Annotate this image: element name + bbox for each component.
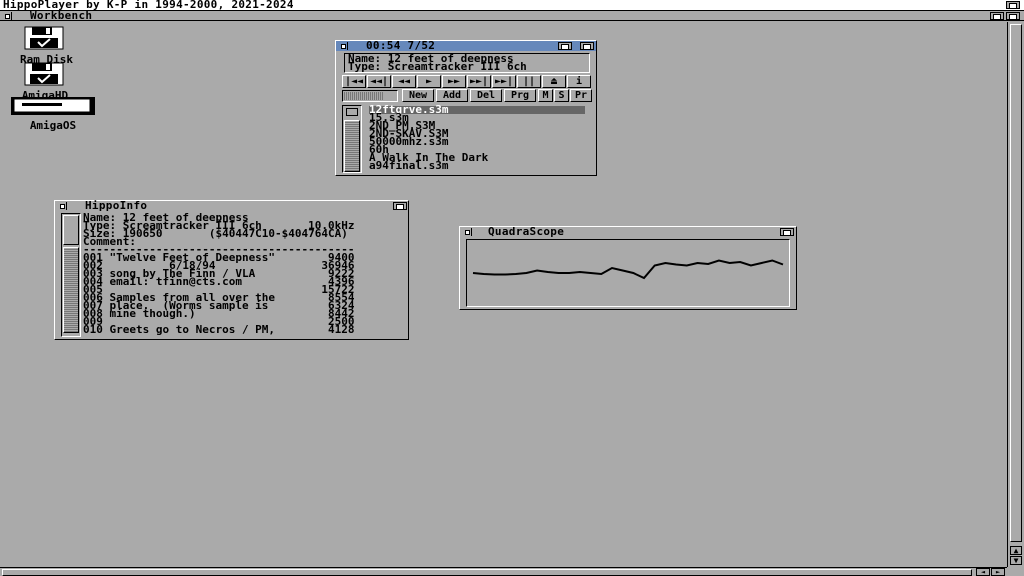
scope-window[interactable]: QuadraScope bbox=[459, 225, 797, 310]
depth-icon[interactable] bbox=[1006, 12, 1020, 20]
mode-button[interactable]: M bbox=[538, 89, 553, 102]
list-icon[interactable] bbox=[346, 108, 358, 116]
screen-depth-icon[interactable] bbox=[1006, 1, 1020, 9]
scroll-knob[interactable] bbox=[1010, 24, 1022, 542]
zoom-icon[interactable] bbox=[558, 42, 572, 50]
workbench-scrollbar[interactable]: ▲ ▼ bbox=[1007, 22, 1023, 567]
playlist[interactable]: 12ftgrve.s3m 15.s3m 2ND_PM.S3M 2ND-SKAV.… bbox=[366, 105, 588, 173]
screen-title-bar: HippoPlayer by K-P in 1994-2000, 2021-20… bbox=[0, 0, 1024, 11]
scope-display bbox=[466, 239, 790, 307]
waveform-line bbox=[472, 259, 784, 280]
info-text: Name: 12 feet of deepness Type: Screamtr… bbox=[83, 213, 403, 337]
disk-icon bbox=[24, 62, 64, 86]
scroll-track[interactable] bbox=[63, 247, 79, 333]
scroll-down-icon[interactable]: ▼ bbox=[1010, 556, 1022, 565]
module-info-box: Name: 12 feet of deepness Type: Screamtr… bbox=[344, 53, 590, 73]
next-button[interactable]: ►►| bbox=[467, 75, 491, 88]
player-title-bar[interactable]: 00:54 7/52 bbox=[336, 39, 596, 52]
workbench-hscrollbar[interactable]: ◄ ► bbox=[0, 567, 1007, 576]
info-title-bar[interactable]: HippoInfo bbox=[55, 199, 408, 212]
volume-fill bbox=[344, 92, 384, 100]
workbench-title: Workbench bbox=[30, 9, 93, 22]
scope-title-bar[interactable]: QuadraScope bbox=[460, 225, 796, 238]
module-type: Type: Screamtracker III 6ch bbox=[348, 60, 527, 73]
drive-icon bbox=[11, 97, 95, 115]
zoom-icon[interactable] bbox=[990, 12, 1004, 20]
info-title: HippoInfo bbox=[85, 199, 148, 212]
scroll-right-icon[interactable]: ► bbox=[991, 568, 1005, 576]
play-button[interactable]: ► bbox=[417, 75, 441, 88]
player-window[interactable]: 00:54 7/52 Name: 12 feet of deepness Typ… bbox=[335, 39, 597, 176]
workbench-title-bar[interactable]: Workbench bbox=[0, 9, 1024, 22]
playlist-scrollbar[interactable] bbox=[342, 105, 362, 173]
forward-button[interactable]: ►► bbox=[442, 75, 466, 88]
volume-slider[interactable] bbox=[342, 90, 398, 102]
new-button[interactable]: New bbox=[402, 89, 434, 102]
info-scrollbar[interactable] bbox=[61, 213, 81, 337]
prev-button[interactable]: ◄◄| bbox=[367, 75, 391, 88]
eject-button[interactable]: ⏏ bbox=[542, 75, 566, 88]
first-button[interactable]: |◄◄ bbox=[342, 75, 366, 88]
scroll-left-icon[interactable]: ◄ bbox=[976, 568, 990, 576]
disk-icon bbox=[24, 26, 64, 50]
info-line: 010 Greets go to Necros / PM, 4128 bbox=[83, 323, 355, 336]
sort-button[interactable]: S bbox=[554, 89, 569, 102]
close-icon[interactable] bbox=[57, 202, 67, 210]
scroll-knob[interactable] bbox=[2, 569, 972, 576]
close-icon[interactable] bbox=[462, 228, 472, 236]
waveform bbox=[472, 259, 784, 280]
depth-icon[interactable] bbox=[780, 228, 794, 236]
rewind-button[interactable]: ◄◄ bbox=[392, 75, 416, 88]
scroll-knob[interactable] bbox=[344, 120, 360, 172]
add-button[interactable]: Add bbox=[436, 89, 468, 102]
close-icon[interactable] bbox=[338, 42, 348, 50]
scope-title: QuadraScope bbox=[488, 225, 565, 238]
list-item[interactable]: a94final.s3m bbox=[369, 160, 448, 171]
scroll-up-icon[interactable]: ▲ bbox=[1010, 546, 1022, 555]
info-window[interactable]: HippoInfo Name: 12 feet of deepness Type… bbox=[54, 199, 409, 340]
delete-button[interactable]: Del bbox=[470, 89, 502, 102]
pause-button[interactable]: || bbox=[517, 75, 541, 88]
last-button[interactable]: ►►| bbox=[492, 75, 516, 88]
player-title: 00:54 7/52 bbox=[366, 39, 436, 52]
prefs-button[interactable]: Pr bbox=[570, 89, 592, 102]
program-button[interactable]: Prg bbox=[504, 89, 536, 102]
close-icon[interactable] bbox=[2, 12, 12, 20]
icon-label: AmigaOS bbox=[29, 119, 77, 132]
desktop-icon-ram-disk[interactable]: Ram Disk bbox=[20, 26, 73, 66]
info-button[interactable]: i bbox=[567, 75, 591, 88]
depth-icon[interactable] bbox=[580, 42, 594, 50]
depth-icon[interactable] bbox=[393, 202, 407, 210]
scroll-knob[interactable] bbox=[63, 215, 79, 245]
desktop-icon-amigaos[interactable]: AmigaOS bbox=[10, 96, 96, 132]
